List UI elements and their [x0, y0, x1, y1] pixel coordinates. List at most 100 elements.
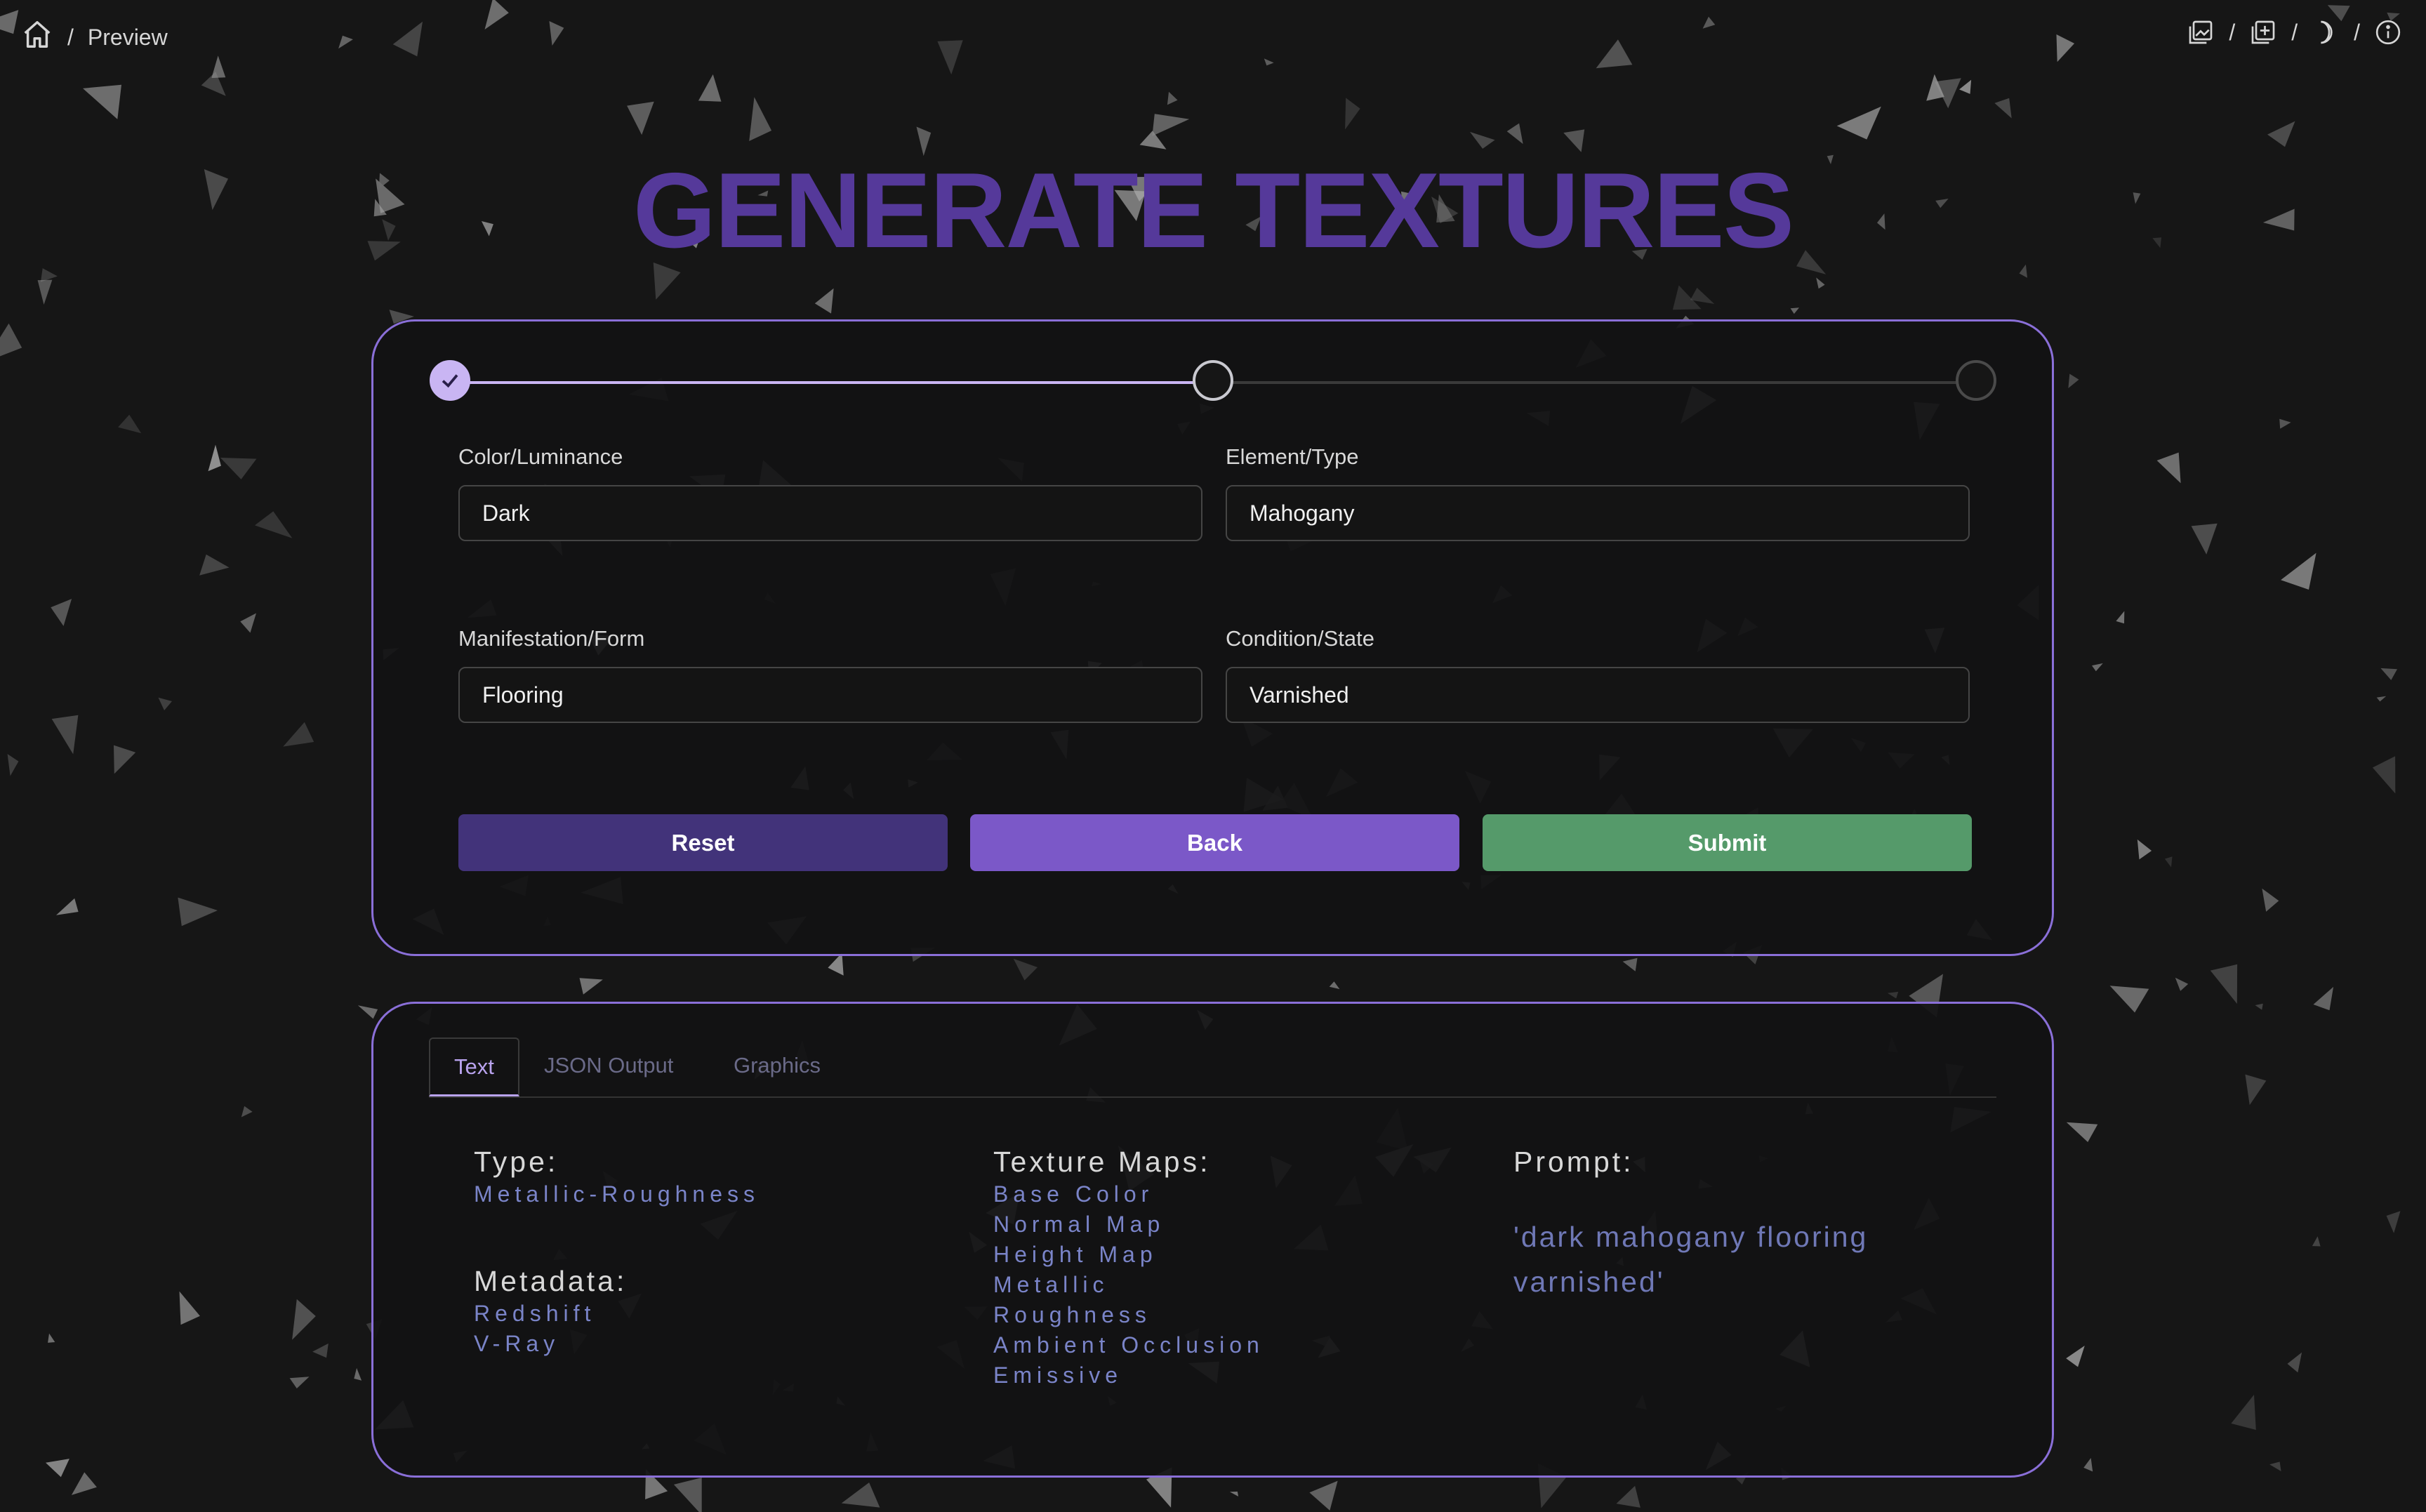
breadcrumb: / Preview: [21, 18, 168, 56]
condition-state-field: Condition/State: [1226, 626, 1970, 723]
background-shard: [208, 444, 221, 472]
step-1-complete[interactable]: [430, 360, 470, 401]
background-shard: [48, 1333, 55, 1343]
background-shard: [240, 613, 256, 633]
background-shard: [51, 599, 72, 626]
background-shard: [292, 1299, 316, 1340]
background-shard: [2191, 523, 2218, 555]
tab-text[interactable]: Text: [429, 1037, 519, 1096]
output-card: Text JSON Output Graphics Type: Metallic…: [371, 1002, 2054, 1478]
background-shard: [2281, 552, 2316, 590]
background-shard: [2372, 756, 2396, 794]
manifestation-form-label: Manifestation/Form: [458, 626, 645, 651]
background-shard: [7, 754, 19, 776]
background-shard: [2279, 418, 2291, 429]
color-luminance-label: Color/Luminance: [458, 444, 623, 469]
background-shard: [1013, 958, 1038, 981]
background-shard: [178, 897, 218, 927]
background-shard: [2056, 34, 2075, 62]
moon-icon[interactable]: [2312, 18, 2340, 46]
reset-button[interactable]: Reset: [458, 814, 948, 871]
background-shard: [114, 745, 136, 774]
progress-stepper: [430, 360, 1996, 405]
texture-form-card: Color/Luminance Element/Type Manifestati…: [371, 319, 2054, 956]
background-shard: [579, 978, 603, 995]
manifestation-form-input[interactable]: [458, 667, 1202, 723]
background-shard: [2380, 668, 2397, 680]
background-shard: [158, 697, 172, 710]
step-2-current[interactable]: [1193, 360, 1233, 401]
background-shard: [0, 10, 19, 34]
background-shard: [289, 1377, 310, 1388]
manifestation-form-field: Manifestation/Form: [458, 626, 1202, 723]
background-shard: [2262, 888, 2279, 912]
background-shard: [2231, 1394, 2256, 1430]
background-shard: [1622, 957, 1638, 971]
background-shard: [338, 35, 353, 49]
background-shard: [2245, 1074, 2267, 1106]
color-luminance-input[interactable]: [458, 485, 1202, 541]
background-shard: [2269, 1461, 2281, 1471]
texture-map-item: Normal Map: [993, 1212, 1165, 1237]
gallery-icon[interactable]: [2187, 18, 2215, 46]
background-shard: [1816, 277, 1825, 289]
metadata-item: V-Ray: [474, 1331, 560, 1356]
background-shard: [1152, 114, 1190, 136]
background-shard: [1790, 307, 1799, 314]
texture-map-item: Height Map: [993, 1242, 1158, 1267]
background-shard: [627, 101, 654, 135]
step-3-pending[interactable]: [1956, 360, 1996, 401]
background-shard: [354, 1367, 362, 1381]
metadata-section: Metadata: Redshift V-Ray: [474, 1264, 627, 1359]
background-shard: [2255, 1003, 2263, 1010]
background-shard: [673, 1478, 702, 1512]
element-type-input[interactable]: [1226, 485, 1970, 541]
background-shard: [179, 1291, 200, 1325]
texture-map-item: Base Color: [993, 1181, 1154, 1207]
info-icon[interactable]: [2374, 18, 2402, 46]
home-icon[interactable]: [21, 18, 53, 56]
background-shard: [2092, 663, 2103, 672]
element-type-label: Element/Type: [1226, 444, 1359, 469]
condition-state-input[interactable]: [1226, 667, 1970, 723]
add-grid-icon[interactable]: [2249, 18, 2277, 46]
breadcrumb-current[interactable]: Preview: [88, 25, 168, 51]
background-shard: [241, 1106, 253, 1118]
background-shard: [2287, 1352, 2302, 1373]
background-shard: [1264, 58, 1274, 66]
toolbar-separator: /: [2354, 19, 2360, 45]
background-shard: [937, 40, 963, 75]
background-shard: [1329, 981, 1340, 990]
tab-json-output[interactable]: JSON Output: [520, 1037, 697, 1094]
background-shard: [51, 715, 79, 755]
background-shard: [484, 0, 509, 29]
background-shard: [71, 1472, 97, 1495]
background-shard: [0, 323, 22, 357]
background-shard: [749, 97, 772, 141]
texture-maps-heading: Texture Maps:: [993, 1146, 1211, 1178]
background-shard: [392, 21, 423, 57]
background-shard: [2210, 964, 2238, 1004]
texture-map-item: Ambient Occlusion: [993, 1332, 1264, 1358]
type-value: Metallic-Roughness: [474, 1181, 760, 1207]
background-shard: [1345, 98, 1360, 130]
back-button[interactable]: Back: [970, 814, 1459, 871]
background-shard: [118, 414, 142, 434]
condition-state-label: Condition/State: [1226, 626, 1374, 651]
check-icon: [442, 374, 458, 388]
tab-graphics[interactable]: Graphics: [710, 1037, 844, 1094]
background-shard: [841, 1483, 880, 1508]
texture-map-item: Metallic: [993, 1272, 1109, 1297]
background-shard: [2267, 121, 2295, 147]
prompt-value: 'dark mahogany flooring varnished': [1513, 1221, 1869, 1298]
background-shard: [199, 554, 230, 576]
background-shard: [1563, 129, 1585, 152]
background-shard: [1616, 1485, 1640, 1508]
color-luminance-field: Color/Luminance: [458, 444, 1202, 541]
background-shard: [2386, 1211, 2401, 1233]
toolbar-separator: /: [2229, 19, 2236, 45]
submit-button[interactable]: Submit: [1483, 814, 1972, 871]
background-shard: [1167, 91, 1178, 105]
element-type-field: Element/Type: [1226, 444, 1970, 541]
background-shard: [1702, 16, 1716, 29]
